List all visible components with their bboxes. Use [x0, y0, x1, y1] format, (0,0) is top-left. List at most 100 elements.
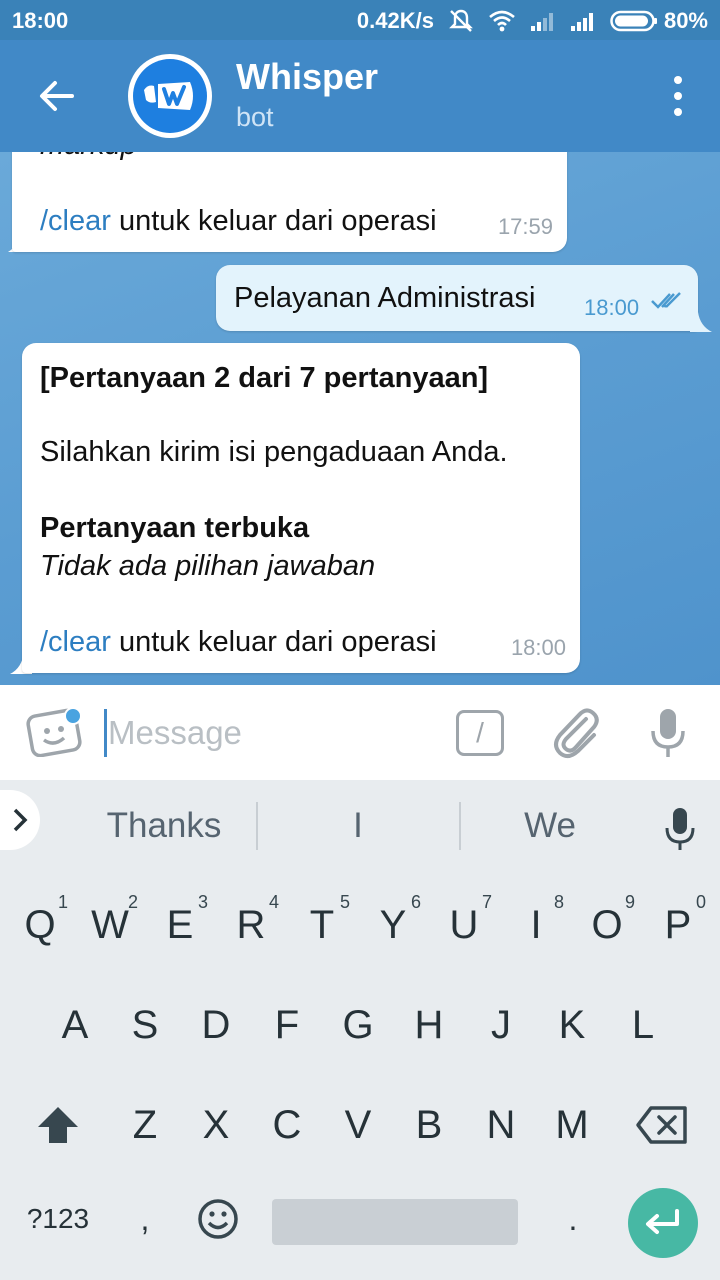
notification-dot [64, 707, 82, 725]
message-time: 18:00 [584, 295, 640, 320]
key-hint: 2 [127, 892, 138, 912]
bubble-tail [690, 312, 712, 332]
key-label: Z [132, 1102, 158, 1147]
clear-command-link[interactable]: /clear [40, 205, 111, 237]
battery-percent: 80% [663, 8, 708, 33]
menu-dot [674, 76, 682, 84]
key-m[interactable]: M [540, 1082, 604, 1168]
incoming-message[interactable]: markup /clear untuk keluar dari operasi … [12, 152, 567, 252]
key-label: R [236, 902, 266, 947]
key-v[interactable]: V [326, 1082, 390, 1168]
back-button[interactable] [28, 70, 84, 122]
key-label: A [61, 1002, 89, 1047]
bot-command-button[interactable]: / [456, 710, 504, 756]
key-a[interactable]: A [43, 982, 107, 1068]
key-u[interactable]: U7 [432, 882, 496, 968]
space-key[interactable] [272, 1199, 518, 1245]
shift-key[interactable] [22, 1082, 94, 1168]
chat-header: Whisper bot [0, 40, 720, 152]
voice-input-icon[interactable] [664, 806, 696, 852]
key-label: C [272, 1102, 302, 1147]
suggestion-item[interactable]: I [318, 806, 398, 846]
key-label: M [555, 1102, 589, 1147]
wifi-icon [489, 10, 515, 32]
expand-suggestions-button[interactable] [0, 790, 40, 850]
key-x[interactable]: X [184, 1082, 248, 1168]
key-z[interactable]: Z [113, 1082, 177, 1168]
message-text: [Pertanyaan 2 dari 7 pertanyaan] [40, 362, 489, 394]
more-options-button[interactable] [666, 76, 690, 116]
message-input[interactable] [108, 709, 428, 757]
chevron-right-icon [13, 808, 28, 832]
smiley-icon [198, 1199, 238, 1239]
period-key[interactable]: . [548, 1176, 598, 1262]
key-n[interactable]: N [469, 1082, 533, 1168]
message-time: 18:00 [510, 635, 566, 660]
paperclip-icon[interactable] [550, 705, 602, 761]
microphone-icon[interactable] [648, 707, 688, 759]
avatar[interactable] [128, 54, 212, 138]
key-hint: 7 [481, 892, 492, 912]
key-g[interactable]: G [326, 982, 390, 1068]
suggestion-item[interactable]: We [500, 806, 600, 846]
key-s[interactable]: S [113, 982, 177, 1068]
message-time: 17:59 [497, 214, 553, 239]
key-label: L [631, 1002, 655, 1047]
emoji-key[interactable] [190, 1176, 246, 1262]
message-text: /clear untuk keluar dari operasi [40, 623, 437, 661]
key-hint: 8 [553, 892, 564, 912]
key-y[interactable]: Y6 [361, 882, 425, 968]
chat-title[interactable]: Whisper [236, 56, 378, 98]
key-label: Q [24, 902, 56, 947]
key-hint: 9 [624, 892, 635, 912]
chat-area[interactable]: markup /clear untuk keluar dari operasi … [0, 152, 720, 685]
key-hint: 6 [410, 892, 421, 912]
key-label: F [274, 1002, 300, 1047]
clear-command-link[interactable]: /clear [40, 626, 111, 658]
signal-icon-sim2 [570, 13, 593, 31]
key-f[interactable]: F [255, 982, 319, 1068]
key-p[interactable]: P0 [646, 882, 710, 968]
key-b[interactable]: B [397, 1082, 461, 1168]
message-text: Pertanyaan terbuka [40, 512, 310, 544]
key-label: T [309, 902, 335, 947]
comma-key[interactable]: , [120, 1176, 170, 1262]
key-label: X [202, 1102, 230, 1147]
incoming-message[interactable]: [Pertanyaan 2 dari 7 pertanyaan] Silahka… [22, 343, 580, 673]
key-e[interactable]: E3 [148, 882, 212, 968]
key-l[interactable]: L [611, 982, 675, 1068]
command-description: untuk keluar dari operasi [110, 626, 437, 658]
key-r[interactable]: R4 [219, 882, 283, 968]
outgoing-message[interactable]: Pelayanan Administrasi 18:00 [216, 265, 698, 331]
key-w[interactable]: W2 [78, 882, 142, 968]
key-hint: 4 [268, 892, 279, 912]
key-hint: 0 [695, 892, 706, 912]
key-k[interactable]: K [540, 982, 604, 1068]
key-label: K [558, 1002, 586, 1047]
key-label: U [449, 902, 479, 947]
enter-icon [646, 1209, 679, 1234]
symbols-key[interactable]: ?123 [14, 1176, 102, 1262]
key-j[interactable]: J [469, 982, 533, 1068]
key-h[interactable]: H [397, 982, 461, 1068]
key-t[interactable]: T5 [290, 882, 354, 968]
key-q[interactable]: Q1 [8, 882, 72, 968]
key-label: O [591, 902, 623, 947]
key-d[interactable]: D [184, 982, 248, 1068]
network-speed: 0.42K/s [356, 8, 434, 33]
battery-icon [610, 10, 657, 32]
key-o[interactable]: O9 [575, 882, 639, 968]
key-label: H [414, 1002, 444, 1047]
chat-subtitle: bot [236, 102, 274, 132]
key-i[interactable]: I8 [504, 882, 568, 968]
key-c[interactable]: C [255, 1082, 319, 1168]
text-caret [104, 709, 107, 757]
key-label: Y [379, 902, 407, 947]
suggestion-item[interactable]: Thanks [104, 806, 224, 846]
slash-icon: / [476, 717, 484, 748]
status-icons: 0.42K/s 80% [357, 8, 708, 34]
key-label: P [664, 902, 692, 947]
backspace-key[interactable] [626, 1082, 698, 1168]
enter-key[interactable] [628, 1188, 698, 1258]
message-text: Tidak ada pilihan jawaban [40, 550, 376, 582]
